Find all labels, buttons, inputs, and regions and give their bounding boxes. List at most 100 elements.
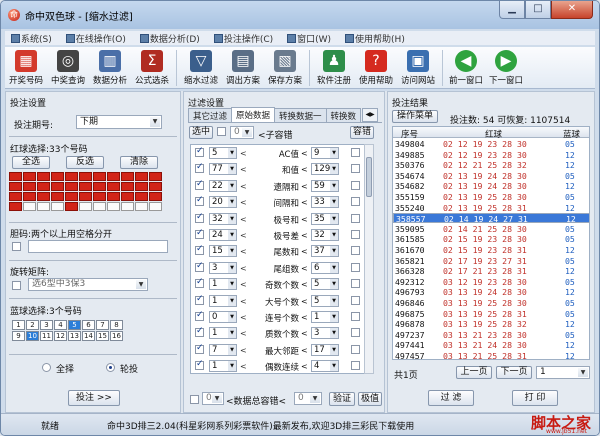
select-all-button[interactable]: 全选 xyxy=(12,156,50,169)
rotate-matrix-checkbox[interactable] xyxy=(12,281,21,290)
red-ball-cell[interactable] xyxy=(23,182,36,191)
red-ball-cell[interactable] xyxy=(121,182,134,191)
filter-row-checkbox[interactable] xyxy=(195,326,204,338)
red-ball-cell[interactable] xyxy=(149,172,162,181)
blue-ball-cell[interactable]: 4 xyxy=(54,320,67,330)
minimize-button[interactable]: ▁ xyxy=(499,1,525,19)
filter-row-checkbox[interactable] xyxy=(195,146,204,157)
toolbar-button[interactable]: ▧ 保存方案 xyxy=(265,47,305,89)
blue-ball-cell[interactable]: 1 xyxy=(12,320,25,330)
filter-max-select[interactable]: 6 xyxy=(311,261,339,274)
red-ball-cell[interactable] xyxy=(107,172,120,181)
red-ball-cell[interactable] xyxy=(37,192,50,201)
toolbar-button[interactable]: ▤ 调出方案 xyxy=(223,47,263,89)
red-ball-cell[interactable] xyxy=(23,172,36,181)
toolbar-button[interactable]: ? 使用帮助 xyxy=(356,47,396,89)
filter-max-select[interactable]: 129 xyxy=(311,163,339,176)
filter-max-select[interactable]: 5 xyxy=(311,278,339,291)
filter-row-tolerance-checkbox[interactable] xyxy=(351,279,360,289)
next-page-button[interactable]: 下一页 xyxy=(496,366,532,379)
red-ball-cell[interactable] xyxy=(93,202,106,211)
red-ball-cell[interactable] xyxy=(51,172,64,181)
blue-ball-cell[interactable]: 9 xyxy=(12,331,25,341)
result-row[interactable]: 355240 02 13 19 25 28 31 12 xyxy=(393,203,589,213)
red-ball-cell[interactable] xyxy=(121,202,134,211)
filter-row-tolerance-checkbox[interactable] xyxy=(351,230,360,239)
print-button[interactable]: 打 印 xyxy=(512,390,558,406)
filter-max-select[interactable]: 35 xyxy=(311,212,339,225)
toolbar-button[interactable]: ◀ 前一窗口 xyxy=(447,47,485,89)
wheel-radio[interactable] xyxy=(106,363,115,372)
red-ball-cell[interactable] xyxy=(107,182,120,191)
toolbar-button[interactable]: ▽ 缩水过滤 xyxy=(181,47,221,89)
bet-button[interactable]: 投注 >> xyxy=(68,390,120,406)
rotate-matrix-select[interactable]: 选6型中3保3 ▼ xyxy=(28,278,148,291)
red-ball-cell[interactable] xyxy=(93,172,106,181)
red-ball-cell[interactable] xyxy=(135,182,148,191)
result-row[interactable]: 349804 02 12 19 23 28 30 05 xyxy=(393,139,589,149)
filter-row-tolerance-checkbox[interactable] xyxy=(351,344,360,354)
filter-row-checkbox[interactable] xyxy=(195,195,204,207)
toolbar-button[interactable]: ◎ 中奖查询 xyxy=(48,47,88,89)
red-ball-cell[interactable] xyxy=(135,202,148,211)
filter-min-select[interactable]: 3 xyxy=(209,261,237,274)
result-row[interactable]: 497441 03 13 21 24 28 30 12 xyxy=(393,340,589,350)
red-ball-cell[interactable] xyxy=(51,182,64,191)
red-ball-cell[interactable] xyxy=(51,192,64,201)
blue-ball-cell[interactable]: 6 xyxy=(82,320,95,330)
red-ball-cell[interactable] xyxy=(65,192,78,201)
menu-item[interactable]: 使用帮助(H) xyxy=(345,32,405,45)
filter-row-checkbox[interactable] xyxy=(195,162,204,174)
extreme-button[interactable]: 极值 xyxy=(358,392,382,406)
filter-row-checkbox[interactable] xyxy=(195,359,204,371)
red-ball-cell[interactable] xyxy=(23,192,36,201)
filter-min-select[interactable]: 22 xyxy=(209,179,237,192)
total-error-min-select[interactable]: 0 ▼ xyxy=(202,392,224,405)
red-ball-cell[interactable] xyxy=(149,202,162,211)
blue-ball-cell[interactable]: 2 xyxy=(26,320,39,330)
red-ball-cell[interactable] xyxy=(79,192,92,201)
operation-menu-button[interactable]: 操作菜单 xyxy=(392,110,438,123)
red-ball-cell[interactable] xyxy=(9,192,22,201)
title-bar[interactable]: 命 命中双色球 - [缩水过滤] ▁ □ ✕ xyxy=(1,1,599,29)
result-row[interactable]: 497457 03 13 21 25 28 31 12 xyxy=(393,351,589,359)
period-select[interactable]: 下期 ▼ xyxy=(76,115,162,129)
filter-row-tolerance-checkbox[interactable] xyxy=(351,262,360,272)
filter-max-select[interactable]: 59 xyxy=(311,179,339,192)
filter-max-select[interactable]: 37 xyxy=(311,245,339,258)
filter-row-tolerance-checkbox[interactable] xyxy=(351,246,360,256)
filter-min-select[interactable]: 1 xyxy=(209,360,237,373)
filter-min-select[interactable]: 32 xyxy=(209,212,237,225)
filter-min-select[interactable]: 15 xyxy=(209,245,237,258)
filter-tab[interactable]: 其它过滤 xyxy=(188,108,233,122)
filter-row-tolerance-checkbox[interactable] xyxy=(351,312,360,321)
red-ball-cell[interactable] xyxy=(65,202,78,211)
clear-button[interactable]: 清除 xyxy=(120,156,158,169)
blue-ball-cell[interactable]: 5 xyxy=(68,320,81,330)
result-row[interactable]: 365821 02 17 19 23 27 31 05 xyxy=(393,256,589,266)
filter-row-checkbox[interactable] xyxy=(195,277,204,289)
menu-item[interactable]: 数据分析(D) xyxy=(139,32,200,45)
dan-code-checkbox[interactable] xyxy=(12,242,21,251)
prev-page-button[interactable]: 上一页 xyxy=(456,366,492,379)
red-ball-cell[interactable] xyxy=(65,172,78,181)
filter-row-tolerance-checkbox[interactable] xyxy=(351,213,360,223)
filter-max-select[interactable]: 3 xyxy=(311,327,339,340)
toolbar-button[interactable]: ▦ 开奖号码 xyxy=(6,47,46,89)
menu-item[interactable]: 在线操作(O) xyxy=(65,32,126,45)
red-ball-cell[interactable] xyxy=(135,172,148,181)
result-row[interactable]: 354674 02 13 19 24 28 30 05 xyxy=(393,171,589,181)
criteria-scrollbar[interactable] xyxy=(364,144,374,374)
red-ball-cell[interactable] xyxy=(37,182,50,191)
filter-max-select[interactable]: 33 xyxy=(311,196,339,209)
toolbar-button[interactable]: ▥ 数据分析 xyxy=(90,47,130,89)
red-ball-cell[interactable] xyxy=(37,202,50,211)
filter-row-tolerance-checkbox[interactable] xyxy=(351,361,360,371)
filter-button[interactable]: 过 滤 xyxy=(428,390,474,406)
red-ball-cell[interactable] xyxy=(121,192,134,201)
result-row[interactable]: 355159 02 13 19 25 28 30 05 xyxy=(393,192,589,202)
filter-row-checkbox[interactable] xyxy=(195,179,204,190)
filter-tab[interactable]: 转换数据一 xyxy=(274,108,327,122)
result-row[interactable]: 496878 03 13 19 25 28 32 12 xyxy=(393,319,589,329)
red-ball-cell[interactable] xyxy=(121,172,134,181)
